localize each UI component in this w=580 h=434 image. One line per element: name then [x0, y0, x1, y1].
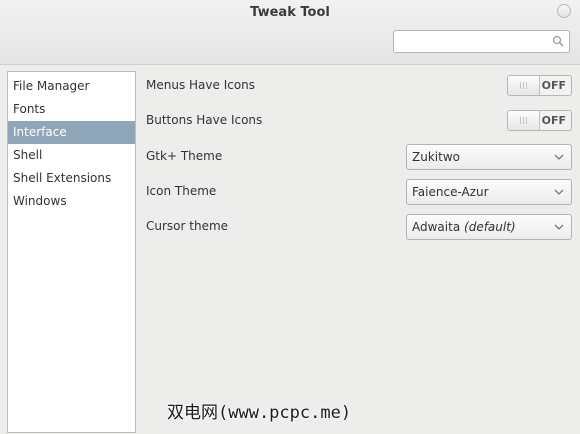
cursor-theme-dropdown[interactable]: Adwaita (default): [406, 214, 572, 240]
grip-icon: [520, 117, 527, 124]
sidebar: File Manager Fonts Interface Shell Shell…: [7, 71, 136, 433]
gtk-theme-dropdown[interactable]: Zukitwo: [406, 144, 572, 170]
icon-theme-dropdown[interactable]: Faience-Azur: [406, 179, 572, 205]
chevron-down-icon: [554, 224, 564, 230]
setting-row-menus-have-icons: Menus Have Icons OFF: [146, 73, 572, 99]
sidebar-item-file-manager[interactable]: File Manager: [8, 75, 135, 98]
setting-row-buttons-have-icons: Buttons Have Icons OFF: [146, 108, 572, 134]
chevron-down-icon: [554, 189, 564, 195]
menus-have-icons-switch[interactable]: OFF: [507, 75, 572, 96]
search-icon: [552, 35, 564, 47]
window-title: Tweak Tool: [250, 5, 330, 20]
setting-row-cursor-theme: Cursor theme Adwaita (default): [146, 214, 572, 240]
dropdown-value: Adwaita (default): [412, 220, 516, 234]
switch-knob[interactable]: [508, 76, 540, 95]
watermark: 双电网(www.pcpc.me): [167, 403, 352, 423]
chevron-down-icon: [554, 154, 564, 160]
setting-label: Menus Have Icons: [146, 78, 256, 92]
setting-label: Cursor theme: [146, 219, 229, 233]
switch-state: OFF: [541, 114, 566, 127]
setting-row-icon-theme: Icon Theme Faience-Azur: [146, 179, 572, 205]
setting-row-gtk-theme: Gtk+ Theme Zukitwo: [146, 144, 572, 170]
sidebar-item-fonts[interactable]: Fonts: [8, 98, 135, 121]
setting-label: Icon Theme: [146, 184, 217, 198]
cursor-theme-default-note: (default): [464, 220, 516, 234]
search-input[interactable]: [393, 30, 570, 53]
switch-knob[interactable]: [508, 111, 540, 130]
sidebar-item-shell-extensions[interactable]: Shell Extensions: [8, 167, 135, 190]
close-icon[interactable]: [557, 4, 571, 18]
sidebar-item-windows[interactable]: Windows: [8, 190, 135, 213]
switch-state: OFF: [541, 79, 566, 92]
tweak-tool-window: Tweak Tool File Manager Fonts Interface …: [0, 0, 580, 434]
sidebar-item-shell[interactable]: Shell: [8, 144, 135, 167]
dropdown-value: Faience-Azur: [412, 185, 489, 199]
titlebar: Tweak Tool: [0, 0, 580, 65]
buttons-have-icons-switch[interactable]: OFF: [507, 110, 572, 131]
setting-label: Buttons Have Icons: [146, 113, 263, 127]
dropdown-value: Zukitwo: [412, 150, 460, 164]
setting-label: Gtk+ Theme: [146, 149, 223, 163]
cursor-theme-name: Adwaita: [412, 220, 461, 234]
sidebar-item-interface[interactable]: Interface: [8, 121, 135, 144]
grip-icon: [520, 82, 527, 89]
